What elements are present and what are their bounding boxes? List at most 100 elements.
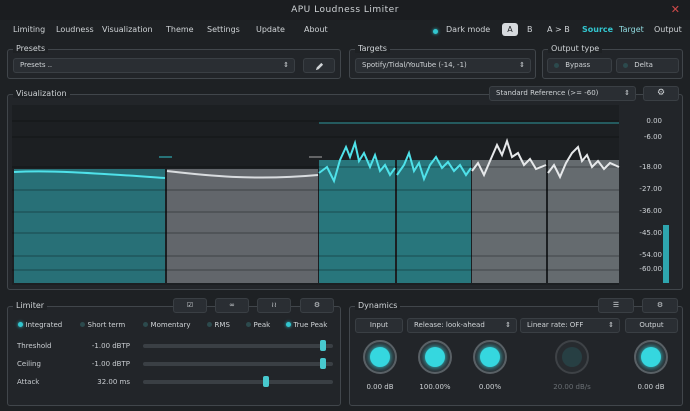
visualization-title: Visualization bbox=[13, 89, 70, 98]
ceiling-slider[interactable] bbox=[143, 358, 333, 369]
ab-b-button[interactable]: B bbox=[527, 25, 533, 34]
target-button[interactable]: Target bbox=[619, 25, 644, 34]
delta-label: Delta bbox=[634, 61, 653, 69]
presets-value: Presets .. bbox=[20, 61, 53, 69]
knob-indicator bbox=[425, 347, 445, 367]
mode-label: Short term bbox=[87, 321, 126, 329]
integrated-history bbox=[14, 169, 165, 283]
output-meter bbox=[663, 225, 669, 283]
presets-select[interactable]: Presets .. ⇕ bbox=[13, 58, 295, 73]
limiter-enable-button[interactable]: ☑ bbox=[173, 298, 207, 313]
mix-value: 0.00% bbox=[478, 383, 502, 391]
gear-icon: ⚙ bbox=[656, 301, 664, 309]
title-bar: APU Loudness Limiter ✕ bbox=[0, 0, 690, 20]
scale-label: -60.00 bbox=[639, 265, 662, 273]
attack-value[interactable]: 32.00 ms bbox=[78, 378, 130, 386]
targets-title: Targets bbox=[355, 44, 390, 53]
release-value-readout: 100.00% bbox=[419, 383, 451, 391]
linear-rate-value: Linear rate: OFF bbox=[527, 321, 584, 329]
threshold-slider[interactable] bbox=[143, 340, 333, 351]
close-icon[interactable]: ✕ bbox=[671, 3, 680, 16]
linear-rate-readout: 20.00 dB/s bbox=[553, 383, 591, 391]
knob-indicator bbox=[480, 347, 500, 367]
delta-indicator bbox=[623, 62, 628, 68]
threshold-handle[interactable] bbox=[319, 340, 326, 351]
output-type-title: Output type bbox=[548, 44, 603, 53]
waveform-icon: ≀≀ bbox=[271, 301, 277, 309]
mode-peak[interactable]: Peak bbox=[246, 320, 270, 329]
reference-select[interactable]: Standard Reference (>= -60) ⇕ bbox=[489, 86, 636, 101]
edit-preset-button[interactable] bbox=[303, 58, 335, 73]
menu-loudness[interactable]: Loudness bbox=[56, 25, 94, 34]
dynamics-title: Dynamics bbox=[355, 301, 401, 310]
ab-a-button[interactable]: A bbox=[502, 23, 518, 36]
menu-settings[interactable]: Settings bbox=[207, 25, 240, 34]
mode-label: Integrated bbox=[25, 321, 63, 329]
mode-true-peak[interactable]: True Peak bbox=[286, 320, 327, 329]
scale-label: -36.00 bbox=[639, 207, 662, 215]
bypass-toggle[interactable]: Bypass bbox=[547, 58, 612, 73]
mode-rms[interactable]: RMS bbox=[207, 320, 230, 329]
dynamics-options-button[interactable]: ☰ bbox=[598, 298, 634, 313]
menu-visualization[interactable]: Visualization bbox=[102, 25, 153, 34]
release-select[interactable]: Release: look-ahead ⇕ bbox=[407, 318, 517, 333]
knob-indicator bbox=[562, 347, 582, 367]
delta-toggle[interactable]: Delta bbox=[616, 58, 679, 73]
menu-theme[interactable]: Theme bbox=[166, 25, 194, 34]
mode-label: Momentary bbox=[150, 321, 191, 329]
target-history bbox=[167, 169, 318, 283]
menu-about[interactable]: About bbox=[304, 25, 328, 34]
mode-integrated[interactable]: Integrated bbox=[18, 320, 62, 329]
dynamics-settings-button[interactable]: ⚙ bbox=[642, 298, 678, 313]
mode-momentary[interactable]: Momentary bbox=[143, 320, 191, 329]
menu-bar: Limiting Loudness Visualization Theme Se… bbox=[0, 20, 690, 40]
waveform-button[interactable]: ≀≀ bbox=[257, 298, 291, 313]
knob-indicator bbox=[370, 347, 390, 367]
chevron-updown-icon: ⇕ bbox=[283, 61, 289, 69]
infinity-icon: ∞ bbox=[229, 301, 235, 309]
source-bar-left bbox=[319, 160, 395, 283]
threshold-value[interactable]: -1.00 dBTP bbox=[78, 342, 130, 350]
loudness-graph bbox=[12, 105, 669, 285]
mix-knob[interactable] bbox=[473, 340, 507, 374]
mode-label: Peak bbox=[253, 321, 271, 329]
scale-label: -54.00 bbox=[639, 251, 662, 259]
output-gain-value: 0.00 dB bbox=[637, 383, 665, 391]
dark-mode-toggle[interactable] bbox=[433, 27, 438, 36]
scale-label: -18.00 bbox=[639, 163, 662, 171]
knob-indicator bbox=[641, 347, 661, 367]
linear-rate-knob[interactable] bbox=[555, 340, 589, 374]
input-gain-knob[interactable] bbox=[363, 340, 397, 374]
linear-rate-select[interactable]: Linear rate: OFF ⇕ bbox=[520, 318, 620, 333]
link-button[interactable]: ∞ bbox=[215, 298, 249, 313]
limiter-title: Limiter bbox=[13, 301, 48, 310]
gear-icon: ⚙ bbox=[656, 88, 666, 98]
source-button[interactable]: Source bbox=[582, 25, 613, 34]
pencil-icon bbox=[315, 62, 323, 71]
release-value: Release: look-ahead bbox=[414, 321, 485, 329]
targets-value: Spotify/Tidal/YouTube (-14, -1) bbox=[362, 61, 467, 69]
target-bar-left bbox=[472, 160, 546, 283]
output-button[interactable]: Output bbox=[654, 25, 682, 34]
mode-short-term[interactable]: Short term bbox=[80, 320, 125, 329]
input-gain-value: 0.00 dB bbox=[366, 383, 394, 391]
chevron-updown-icon: ⇕ bbox=[519, 61, 525, 69]
threshold-label: Threshold bbox=[17, 342, 52, 350]
release-knob[interactable] bbox=[418, 340, 452, 374]
visualization-settings-button[interactable]: ⚙ bbox=[643, 86, 679, 101]
ab-copy-button[interactable]: A > B bbox=[547, 25, 570, 34]
scale-label: -27.00 bbox=[639, 185, 662, 193]
attack-slider[interactable] bbox=[143, 376, 333, 387]
mode-label: True Peak bbox=[293, 321, 328, 329]
scale-label: 0.00 bbox=[646, 117, 662, 125]
ceiling-handle[interactable] bbox=[319, 358, 326, 369]
attack-handle[interactable] bbox=[262, 376, 269, 387]
limiter-settings-button[interactable]: ⚙ bbox=[300, 298, 334, 313]
ceiling-value[interactable]: -1.00 dBTP bbox=[78, 360, 130, 368]
app-title: APU Loudness Limiter bbox=[291, 5, 399, 15]
menu-update[interactable]: Update bbox=[256, 25, 285, 34]
targets-select[interactable]: Spotify/Tidal/YouTube (-14, -1) ⇕ bbox=[355, 58, 531, 73]
db-scale: 0.00 -6.00 -18.00 -27.00 -36.00 -45.00 -… bbox=[622, 105, 662, 285]
output-gain-knob[interactable] bbox=[634, 340, 668, 374]
menu-limiting[interactable]: Limiting bbox=[13, 25, 45, 34]
